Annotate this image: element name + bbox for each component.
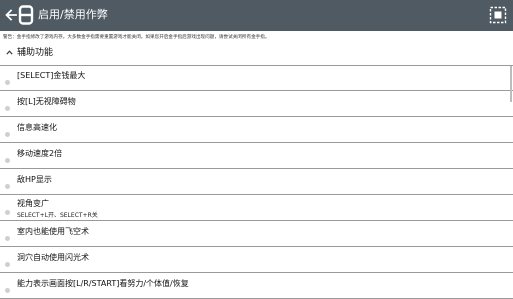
scrollbar[interactable]	[510, 66, 512, 102]
cheat-label: [SELECT]金钱最大	[17, 71, 86, 80]
cheat-row[interactable]: 能力表示画面按[L/R/START]看努力/个体值/恢复	[0, 273, 513, 299]
page-title: 启用/禁用作弊	[38, 8, 108, 21]
cheat-label: 室内也能使用飞空术	[17, 227, 89, 236]
warning-text: 警告：金手指修改了游戏内存。大多数金手指需要重置游戏才能关闭。如果您开启金手指后…	[3, 35, 270, 40]
checkbox-icon[interactable]	[5, 210, 10, 215]
category-header-accessibility[interactable]: 辅助功能	[0, 42, 513, 66]
cheat-row[interactable]: [SELECT]金钱最大	[0, 65, 513, 91]
checkbox-icon[interactable]	[5, 262, 10, 267]
app-bar: 启用/禁用作弊	[0, 0, 513, 31]
cheat-row[interactable]: 室内也能使用飞空术	[0, 221, 513, 247]
app-logo-icon	[18, 5, 34, 25]
cheat-label: 敌HP显示	[17, 175, 52, 184]
cheat-label: 视角变广	[17, 199, 49, 208]
category-label: 辅助功能	[17, 48, 54, 58]
cheat-row[interactable]: 敌HP显示	[0, 169, 513, 195]
checkbox-icon[interactable]	[5, 106, 10, 111]
checkbox-icon[interactable]	[5, 184, 10, 189]
cheat-label: 信息高速化	[17, 123, 57, 132]
checkbox-icon[interactable]	[5, 80, 10, 85]
cheat-row[interactable]: 视角变广 SELECT+L开、SELECT+R关	[0, 195, 513, 221]
cheat-row[interactable]: 信息高速化	[0, 117, 513, 143]
checkbox-icon[interactable]	[5, 288, 10, 293]
cheat-label: 移动速度2倍	[17, 149, 63, 158]
checkbox-icon[interactable]	[5, 236, 10, 241]
cheat-label: 按[L]无视障碍物	[17, 97, 76, 106]
checkbox-icon[interactable]	[5, 132, 10, 137]
cheat-label: 洞穴自动使用闪光术	[17, 253, 89, 262]
cheat-label: 能力表示画面按[L/R/START]看努力/个体值/恢复	[17, 279, 189, 288]
chevron-up-icon	[6, 48, 13, 57]
cheat-row[interactable]: 移动速度2倍	[0, 143, 513, 169]
select-all-icon[interactable]	[489, 6, 507, 24]
cheat-row[interactable]: 洞穴自动使用闪光术	[0, 247, 513, 273]
checkbox-icon[interactable]	[5, 158, 10, 163]
cheat-sublabel: SELECT+L开、SELECT+R关	[17, 212, 98, 219]
cheat-row[interactable]: 按[L]无视障碍物	[0, 91, 513, 117]
